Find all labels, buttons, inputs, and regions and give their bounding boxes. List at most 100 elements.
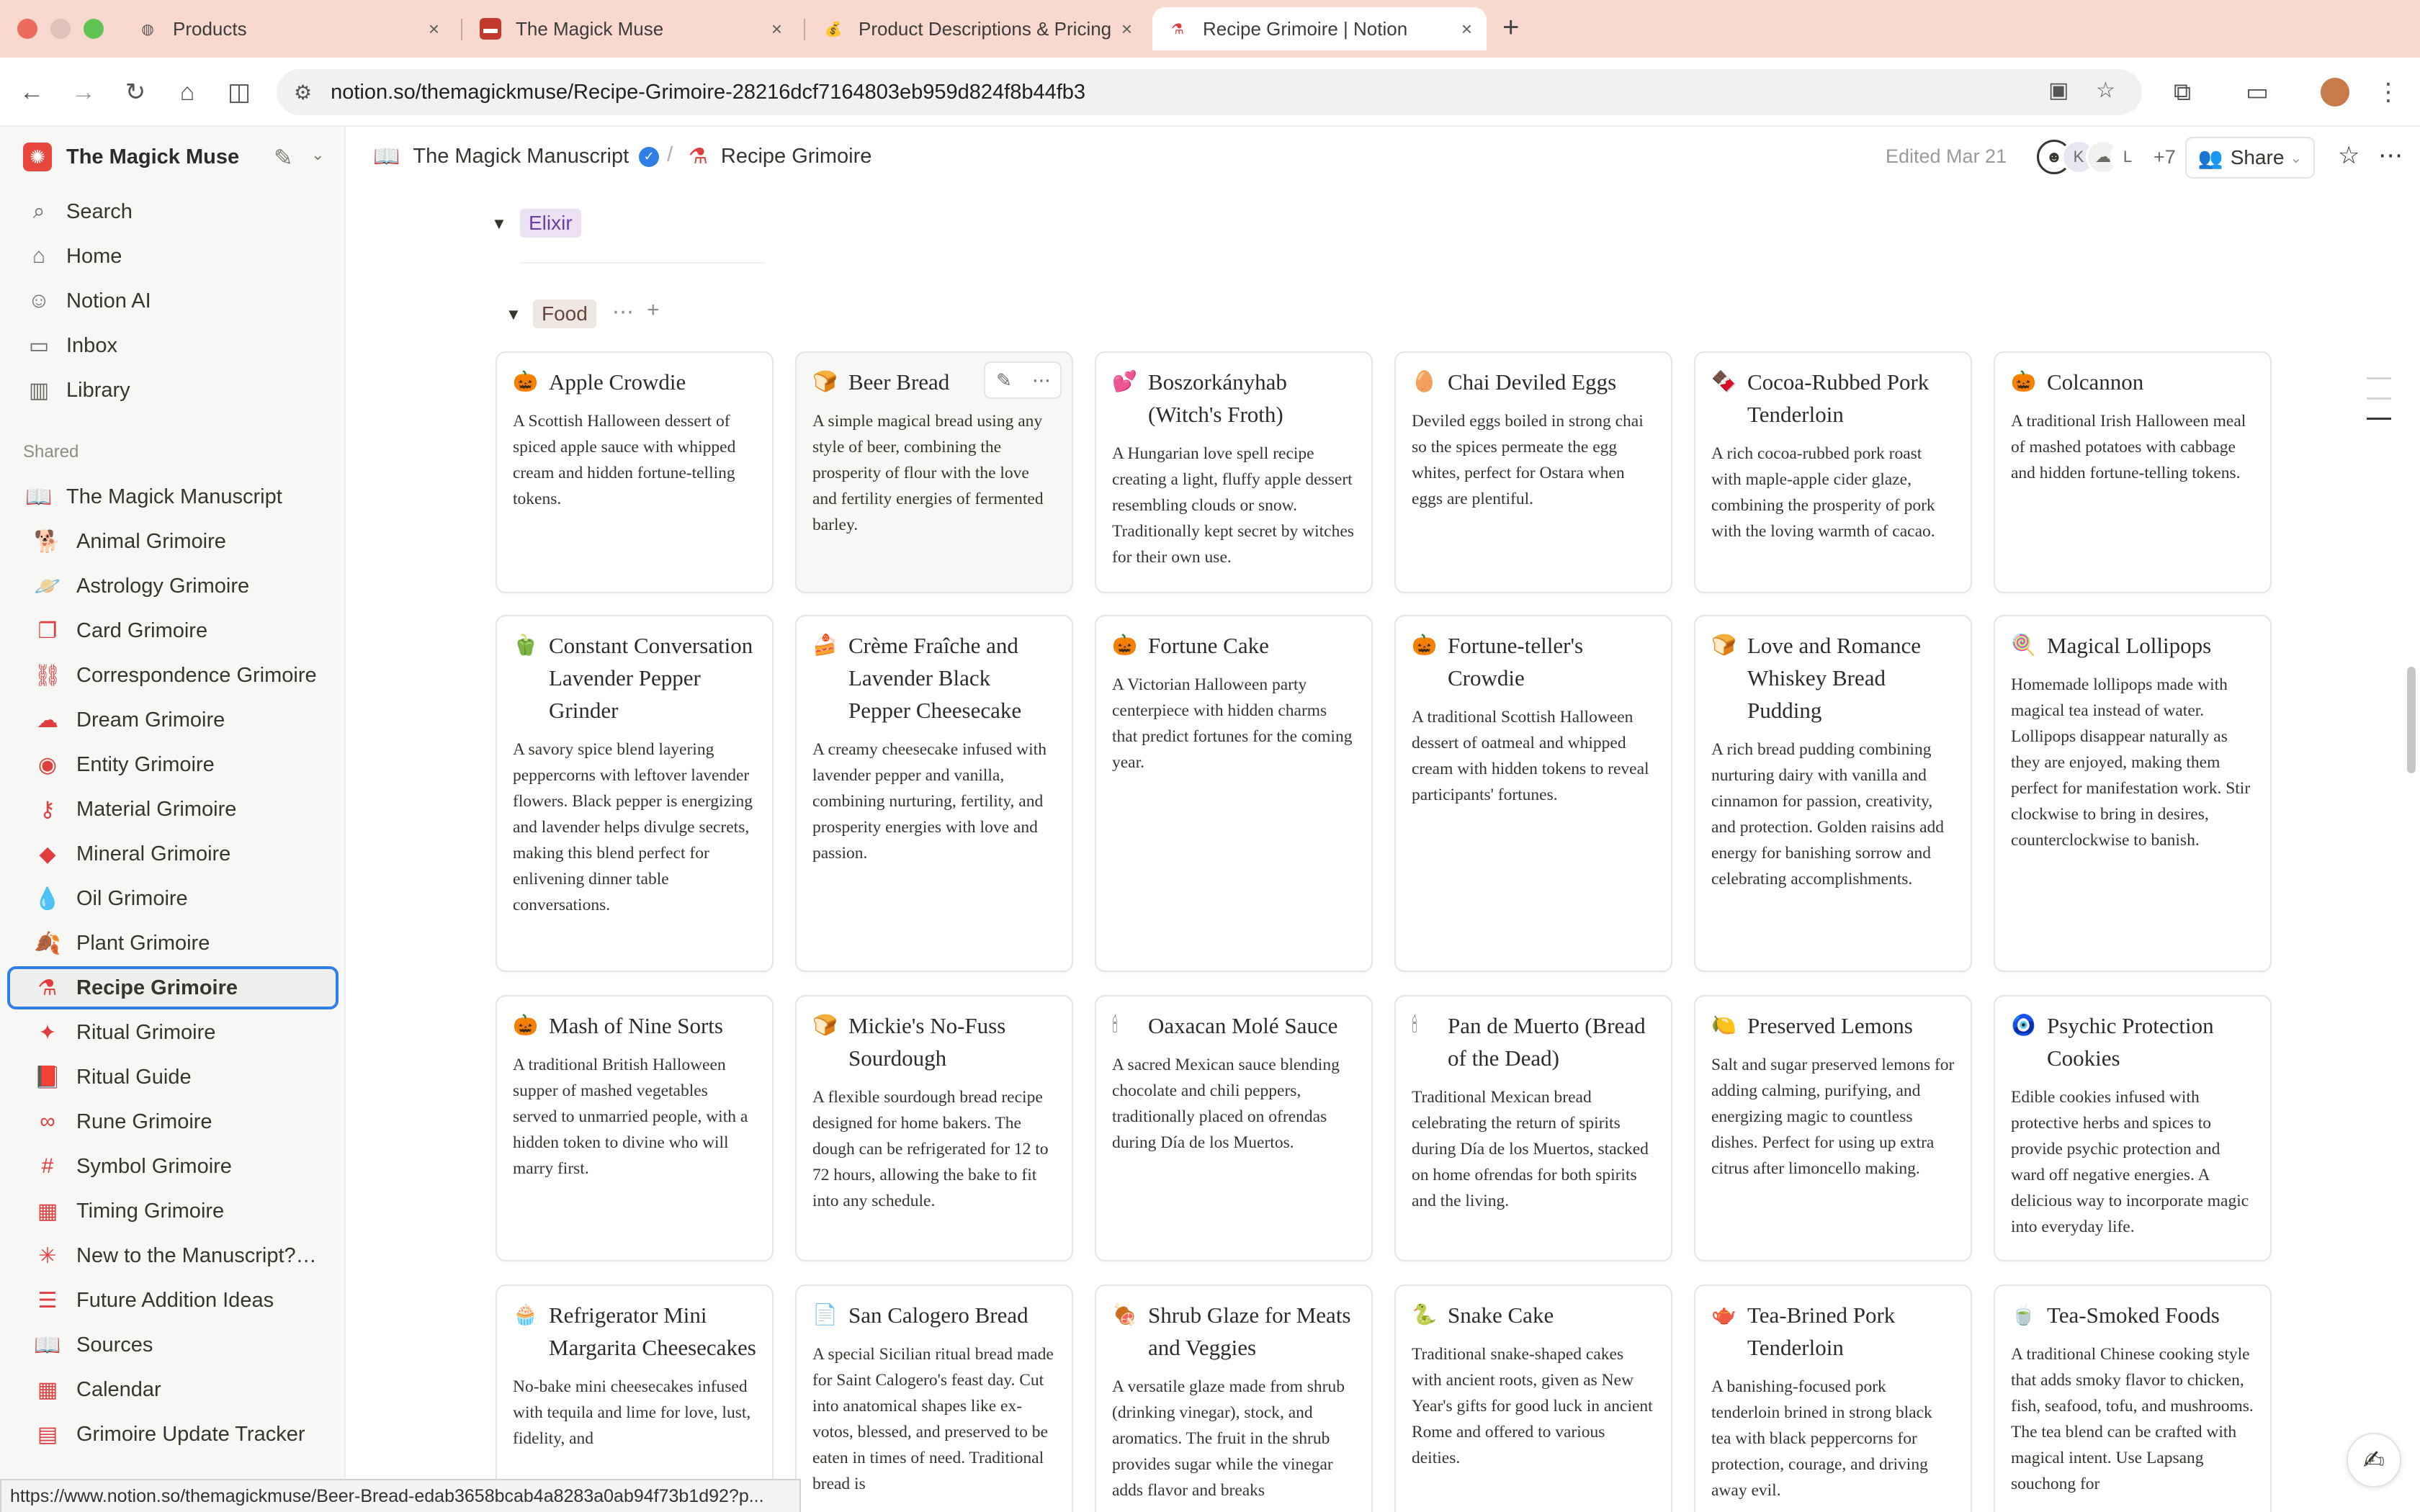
recipe-card[interactable]: 🕯 Pan de Muerto (Bread of the Dead) Tradit… xyxy=(1394,995,1672,1261)
recipe-card[interactable]: 🐍 Snake Cake Traditional snake-shaped cake… xyxy=(1394,1284,1672,1512)
recipe-card[interactable]: 🎃 Mash of Nine Sorts A traditional British… xyxy=(496,995,774,1261)
close-tab-icon[interactable]: × xyxy=(1121,18,1132,40)
forward-icon[interactable]: → xyxy=(65,73,102,111)
cast-icon[interactable]: ▭ xyxy=(2238,73,2276,111)
close-tab-icon[interactable]: × xyxy=(1461,18,1472,40)
recipe-card[interactable]: 🕯 Oaxacan Molé Sauce A sacred Mexican sauc… xyxy=(1095,995,1373,1261)
sidebar-item-entity-grimoire[interactable]: ◉ Entity Grimoire xyxy=(7,743,339,786)
sidebar-item-correspondence-grimoire[interactable]: ⛓ Correspondence Grimoire xyxy=(7,654,339,697)
toggle-triangle-icon[interactable]: ▼ xyxy=(491,215,507,233)
browser-menu-icon[interactable]: ⋮ xyxy=(2370,73,2407,111)
sidebar-item-recipe-grimoire[interactable]: ⚗ Recipe Grimoire xyxy=(7,966,339,1009)
back-icon[interactable]: ← xyxy=(13,73,50,111)
sidebar-item-material-grimoire[interactable]: ⚷ Material Grimoire xyxy=(7,788,339,831)
sidebar-item-card-grimoire[interactable]: ❐ Card Grimoire xyxy=(7,609,339,652)
recipe-card[interactable]: 🫑 Constant Conversation Lavender Pepper G… xyxy=(496,615,774,972)
sidebar-item-future-addition-ideas[interactable]: ☰ Future Addition Ideas xyxy=(7,1279,339,1322)
recipe-card[interactable]: 🍖 Shrub Glaze for Meats and Veggies A vers… xyxy=(1095,1284,1373,1512)
profile-avatar[interactable] xyxy=(2316,73,2354,111)
edit-icon[interactable]: ✎ xyxy=(985,363,1023,397)
reload-icon[interactable]: ↻ xyxy=(117,73,154,111)
recipe-card[interactable]: 🧁 Refrigerator Mini Margarita Cheesecakes… xyxy=(496,1284,774,1512)
notion-extension-icon[interactable]: ▣ xyxy=(2048,78,2069,103)
sidebar-item-ritual-guide[interactable]: 📕 Ritual Guide xyxy=(7,1056,339,1099)
recipe-card[interactable]: 🎃 Colcannon A traditional Irish Halloween … xyxy=(1994,351,2272,593)
recipe-card[interactable]: 🫖 Tea-Brined Pork Tenderloin A banishing-f… xyxy=(1694,1284,1972,1512)
toggle-triangle-icon[interactable]: ▼ xyxy=(506,305,521,324)
sidebar-item-timing-grimoire[interactable]: ▦ Timing Grimoire xyxy=(7,1189,339,1233)
sidebar-item-calendar[interactable]: ▦ Calendar xyxy=(7,1368,339,1411)
browser-tab-product-descriptions[interactable]: 💰 Product Descriptions & Pricing × xyxy=(808,7,1147,50)
recipe-card[interactable]: 🥚 Chai Deviled Eggs Deviled eggs boiled in… xyxy=(1394,351,1672,593)
close-tab-icon[interactable]: × xyxy=(771,18,782,40)
new-page-icon[interactable]: ✎ xyxy=(274,144,293,171)
sidebar-item-home[interactable]: ⌂ Home xyxy=(7,235,339,278)
scrollbar-thumb[interactable] xyxy=(2407,667,2416,773)
recipe-card[interactable]: 🍞 Mickie's No-Fuss Sourdough A flexible so… xyxy=(795,995,1073,1261)
recipe-card[interactable]: 🍰 Crème Fraîche and Lavender Black Pepper… xyxy=(795,615,1073,972)
sidebar-item-plant-grimoire[interactable]: 🍂 Plant Grimoire xyxy=(7,922,339,965)
recipe-card[interactable]: 🍫 Cocoa-Rubbed Pork Tenderloin A rich coco… xyxy=(1694,351,1972,593)
sidebar-item-animal-grimoire[interactable]: 🐕 Animal Grimoire xyxy=(7,520,339,563)
group-add-icon[interactable]: + xyxy=(647,298,660,323)
address-bar[interactable]: ⚙ notion.so/themagickmuse/Recipe-Grimoir… xyxy=(277,69,2142,115)
group-tag-elixir[interactable]: Elixir xyxy=(520,209,581,238)
outline-marker[interactable] xyxy=(2367,397,2391,400)
extensions-icon[interactable]: ⧉ xyxy=(2164,73,2201,111)
sidebar-item-dream-grimoire[interactable]: ☁ Dream Grimoire xyxy=(7,698,339,742)
site-settings-icon[interactable]: ⚙ xyxy=(294,81,312,104)
ai-writing-assistant-button[interactable]: ✍ xyxy=(2347,1433,2401,1488)
sidebar-item-search[interactable]: ⌕ Search xyxy=(7,190,339,233)
sidebar-item-magick-manuscript[interactable]: 📖 The Magick Manuscript xyxy=(7,475,339,518)
breadcrumb-current[interactable]: ⚗ Recipe Grimoire xyxy=(689,144,871,169)
more-options-icon[interactable]: ⋯ xyxy=(2378,141,2403,170)
sidebar-item-sources[interactable]: 📖 Sources xyxy=(7,1323,339,1367)
outline-marker[interactable] xyxy=(2367,377,2391,379)
maximize-window-button[interactable] xyxy=(84,19,104,39)
workspace-switcher[interactable]: ✺ The Magick Muse xyxy=(23,143,239,171)
url-text[interactable]: notion.so/themagickmuse/Recipe-Grimoire-… xyxy=(331,81,1085,104)
chevron-down-icon[interactable]: ⌄ xyxy=(311,145,324,164)
sidebar-item-mineral-grimoire[interactable]: ◆ Mineral Grimoire xyxy=(7,832,339,876)
recipe-card[interactable]: 🍞 Love and Romance Whiskey Bread Pudding A… xyxy=(1694,615,1972,972)
browser-tab-magick-muse[interactable]: ▬ The Magick Muse × xyxy=(465,7,797,50)
recipe-card[interactable]: 🧿 Psychic Protection Cookies Edible cookie… xyxy=(1994,995,2272,1261)
recipe-card[interactable]: 📄 San Calogero Bread A special Sicilian ri… xyxy=(795,1284,1073,1512)
last-edited-label[interactable]: Edited Mar 21 xyxy=(1886,145,2007,168)
more-options-icon[interactable]: ⋯ xyxy=(1023,363,1060,397)
home-icon[interactable]: ⌂ xyxy=(169,73,206,111)
recipe-card[interactable]: 🎃 Fortune-teller's Crowdie A traditional S… xyxy=(1394,615,1672,972)
favorite-star-icon[interactable]: ☆ xyxy=(2338,141,2360,170)
recipe-card[interactable]: 🍭 Magical Lollipops Homemade lollipops mad… xyxy=(1994,615,2272,972)
minimize-window-button[interactable] xyxy=(50,19,71,39)
recipe-card[interactable]: 🎃 Apple Crowdie A Scottish Halloween desse… xyxy=(496,351,774,593)
sidebar-item-notion-ai[interactable]: ☺ Notion AI xyxy=(7,279,339,323)
sidebar-item-oil-grimoire[interactable]: 💧 Oil Grimoire xyxy=(7,877,339,920)
sidebar-item-rune-grimoire[interactable]: ∞ Rune Grimoire xyxy=(7,1100,339,1143)
browser-tab-products[interactable]: ◍ Products × xyxy=(122,7,454,50)
sidebar-item-symbol-grimoire[interactable]: # Symbol Grimoire xyxy=(7,1145,339,1188)
share-button[interactable]: 👥 Share ⌄ xyxy=(2185,137,2315,179)
sidebar-item-ritual-grimoire[interactable]: ✦ Ritual Grimoire xyxy=(7,1011,339,1054)
split-view-icon[interactable]: ◫ xyxy=(220,73,258,111)
sidebar-item-new-to-manuscript[interactable]: ✳ New to the Manuscript? Start Here xyxy=(7,1234,339,1277)
outline-marker-active[interactable] xyxy=(2367,418,2391,420)
group-more-icon[interactable]: ⋯ xyxy=(612,300,634,325)
sidebar-item-library[interactable]: ▥ Library xyxy=(7,369,339,412)
recipe-card[interactable]: 🍋 Preserved Lemons Salt and sugar preserve… xyxy=(1694,995,1972,1261)
recipe-card[interactable]: 🎃 Fortune Cake A Victorian Halloween party… xyxy=(1095,615,1373,972)
bookmark-star-icon[interactable]: ☆ xyxy=(2096,78,2115,103)
collaborator-avatars[interactable]: ☻ K ☁ L +7 xyxy=(2037,140,2176,174)
breadcrumb-parent[interactable]: 📖 The Magick Manuscript ✓ xyxy=(373,144,660,169)
recipe-card[interactable]: 💕 Boszorkányhab (Witch's Froth) A Hungaria… xyxy=(1095,351,1373,593)
close-tab-icon[interactable]: × xyxy=(429,18,439,40)
group-tag-food[interactable]: Food xyxy=(533,300,596,328)
new-tab-button[interactable]: + xyxy=(1502,12,1519,44)
browser-tab-recipe-grimoire[interactable]: ⚗ Recipe Grimoire | Notion × xyxy=(1152,7,1487,50)
sidebar-item-grimoire-update-tracker[interactable]: ▤ Grimoire Update Tracker xyxy=(7,1413,339,1456)
sidebar-item-astrology-grimoire[interactable]: 🪐 Astrology Grimoire xyxy=(7,564,339,608)
recipe-card[interactable]: 🍞 Beer Bread A simple magical bread using … xyxy=(795,351,1073,593)
recipe-card[interactable]: 🍵 Tea-Smoked Foods A traditional Chinese c… xyxy=(1994,1284,2272,1512)
close-window-button[interactable] xyxy=(17,19,37,39)
sidebar-item-inbox[interactable]: ▭ Inbox xyxy=(7,324,339,367)
